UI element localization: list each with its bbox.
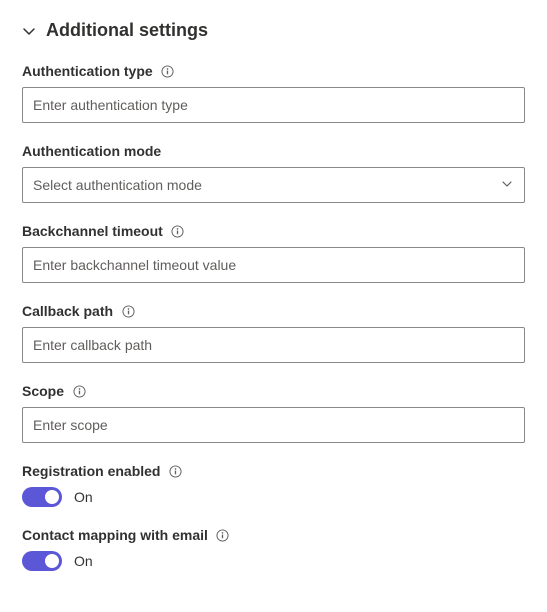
field-label-row: Contact mapping with email xyxy=(22,527,525,543)
info-icon[interactable] xyxy=(171,224,185,238)
backchannel-timeout-label: Backchannel timeout xyxy=(22,223,163,239)
contact-mapping-toggle[interactable] xyxy=(22,551,62,571)
toggle-knob xyxy=(45,554,59,568)
contact-mapping-state: On xyxy=(74,553,93,569)
authentication-type-label: Authentication type xyxy=(22,63,153,79)
scope-label: Scope xyxy=(22,383,64,399)
authentication-mode-select-wrap: Select authentication mode xyxy=(22,167,525,203)
field-backchannel-timeout: Backchannel timeout xyxy=(22,223,525,283)
contact-mapping-toggle-row: On xyxy=(22,551,525,571)
authentication-mode-select[interactable]: Select authentication mode xyxy=(22,167,525,203)
info-icon[interactable] xyxy=(72,384,86,398)
callback-path-label: Callback path xyxy=(22,303,113,319)
info-icon[interactable] xyxy=(121,304,135,318)
authentication-type-input[interactable] xyxy=(22,87,525,123)
field-authentication-mode: Authentication mode Select authenticatio… xyxy=(22,143,525,203)
toggle-knob xyxy=(45,490,59,504)
field-label-row: Callback path xyxy=(22,303,525,319)
field-authentication-type: Authentication type xyxy=(22,63,525,123)
field-label-row: Backchannel timeout xyxy=(22,223,525,239)
field-registration-enabled: Registration enabled On xyxy=(22,463,525,507)
field-label-row: Scope xyxy=(22,383,525,399)
registration-enabled-toggle-row: On xyxy=(22,487,525,507)
info-icon[interactable] xyxy=(168,464,182,478)
info-icon[interactable] xyxy=(161,64,175,78)
backchannel-timeout-input[interactable] xyxy=(22,247,525,283)
field-label-row: Authentication type xyxy=(22,63,525,79)
field-contact-mapping: Contact mapping with email On xyxy=(22,527,525,571)
authentication-mode-label: Authentication mode xyxy=(22,143,161,159)
chevron-down-icon[interactable] xyxy=(22,24,36,38)
field-label-row: Registration enabled xyxy=(22,463,525,479)
info-icon[interactable] xyxy=(216,528,230,542)
contact-mapping-label: Contact mapping with email xyxy=(22,527,208,543)
section-title: Additional settings xyxy=(46,20,208,41)
field-callback-path: Callback path xyxy=(22,303,525,363)
field-label-row: Authentication mode xyxy=(22,143,525,159)
registration-enabled-state: On xyxy=(74,489,93,505)
section-header: Additional settings xyxy=(22,20,525,41)
callback-path-input[interactable] xyxy=(22,327,525,363)
scope-input[interactable] xyxy=(22,407,525,443)
field-scope: Scope xyxy=(22,383,525,443)
registration-enabled-toggle[interactable] xyxy=(22,487,62,507)
registration-enabled-label: Registration enabled xyxy=(22,463,160,479)
